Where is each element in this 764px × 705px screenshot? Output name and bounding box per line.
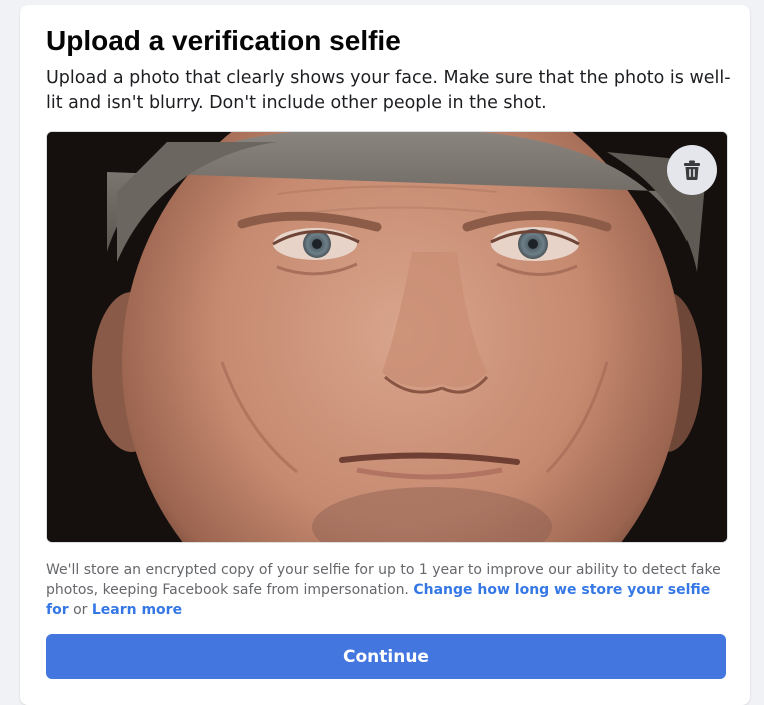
disclaimer-connector: or xyxy=(68,602,92,618)
learn-more-link[interactable]: Learn more xyxy=(92,602,182,618)
dialog-title: Upload a verification selfie xyxy=(46,25,401,56)
selfie-preview xyxy=(46,131,728,543)
continue-button[interactable]: Continue xyxy=(46,634,726,679)
selfie-photo xyxy=(47,132,727,542)
delete-photo-button[interactable] xyxy=(667,145,717,195)
trash-icon xyxy=(684,160,700,180)
verification-dialog: Upload a verification selfie Upload a ph… xyxy=(20,5,750,705)
storage-disclaimer: We'll store an encrypted copy of your se… xyxy=(46,560,726,620)
dialog-subtitle: Upload a photo that clearly shows your f… xyxy=(46,68,731,113)
